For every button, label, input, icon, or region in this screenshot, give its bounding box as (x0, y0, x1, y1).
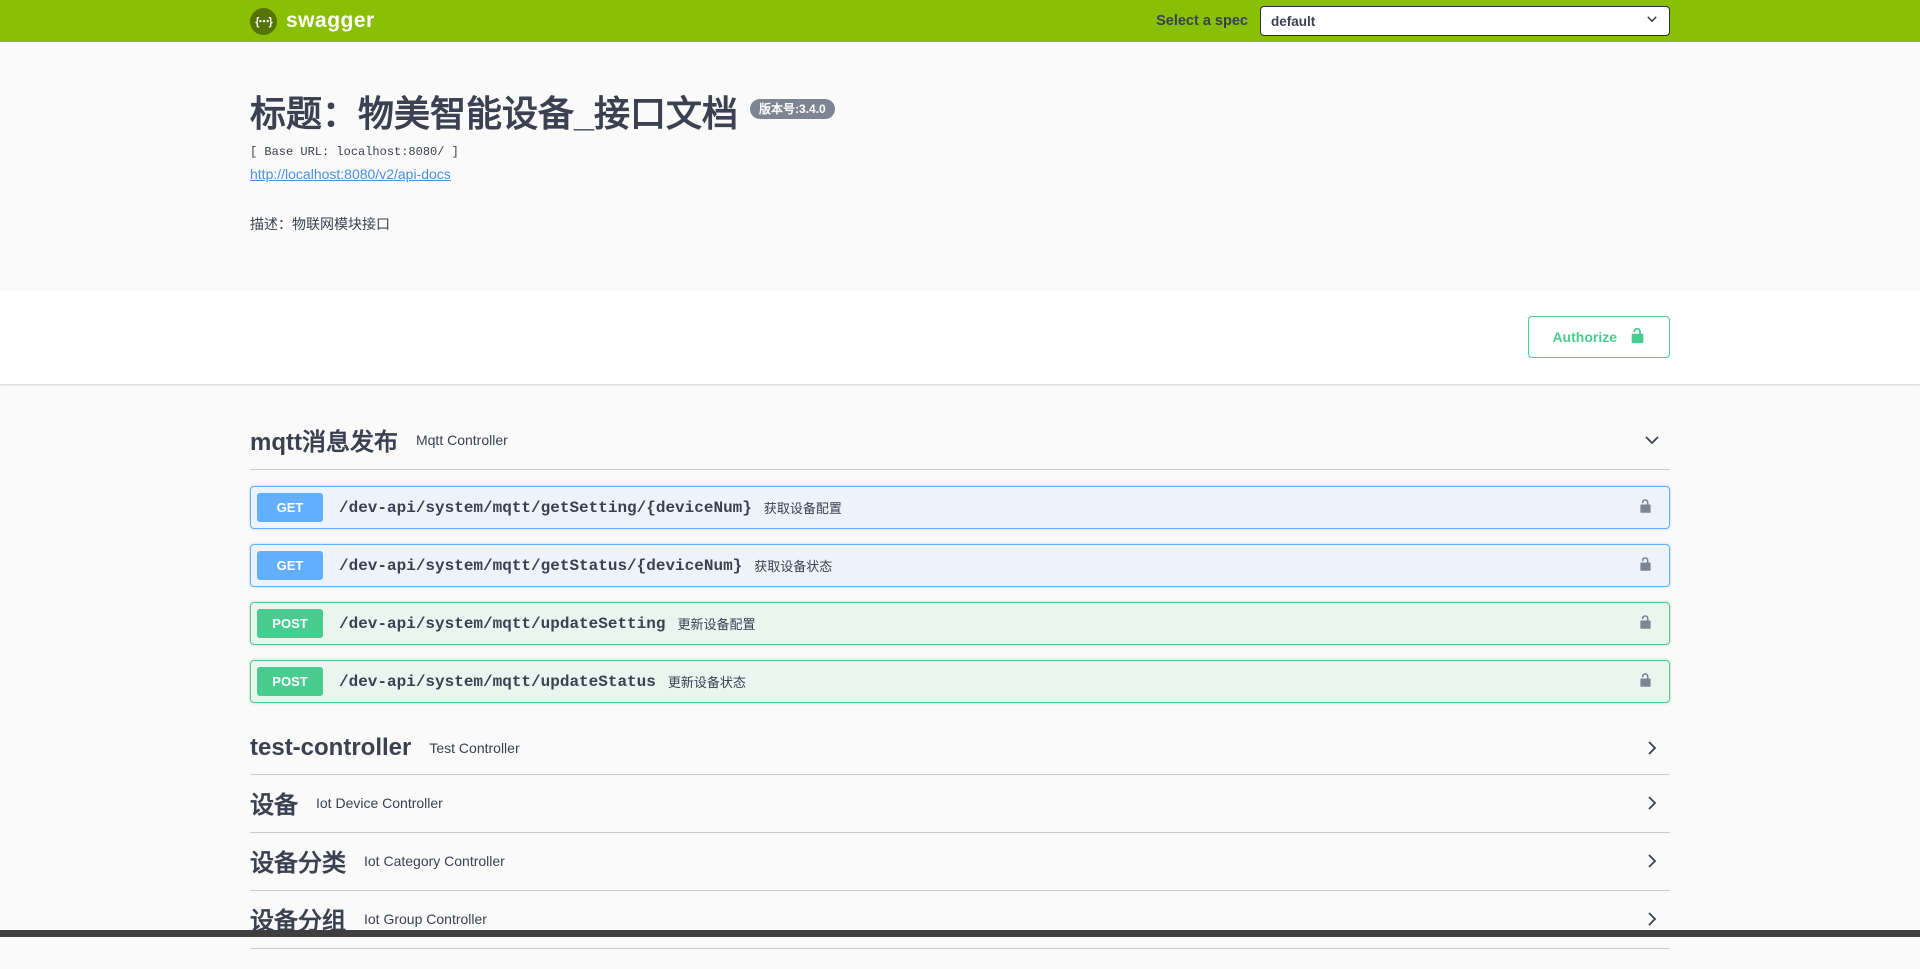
section-header-test-controller[interactable]: test-controller Test Controller (250, 724, 1670, 775)
method-badge: GET (257, 493, 323, 522)
chevron-right-icon[interactable] (1642, 793, 1662, 813)
select-spec-label: Select a spec (1156, 13, 1248, 29)
section-header-iot-device[interactable]: 设备 Iot Device Controller (250, 775, 1670, 833)
operations-list: mqtt消息发布 Mqtt Controller GET /dev-api/sy… (230, 384, 1690, 969)
endpoint-summary: 更新设备配置 (677, 614, 755, 633)
base-url: [ Base URL: localhost:8080/ ] (250, 145, 1670, 159)
unlock-icon (1638, 498, 1653, 517)
api-description: 描述：物联网模块接口 (250, 214, 1670, 234)
section-subtitle: Iot Device Controller (316, 795, 443, 811)
page-title: 标题：物美智能设备_接口文档版本号:3.4.0 (250, 92, 1670, 135)
authorize-label: Authorize (1552, 329, 1617, 345)
unlock-icon (1629, 327, 1646, 347)
unlock-icon (1638, 556, 1653, 575)
lock-button[interactable] (1628, 496, 1663, 519)
endpoint-path: /dev-api/system/mqtt/updateSetting (339, 615, 665, 633)
section-header-iot-category[interactable]: 设备分类 Iot Category Controller (250, 833, 1670, 891)
topbar: {⋯} swagger Select a spec default (0, 0, 1920, 42)
section-title: 设备分类 (250, 843, 346, 878)
api-docs-link[interactable]: http://localhost:8080/v2/api-docs (250, 166, 451, 182)
section-subtitle: Test Controller (429, 740, 519, 756)
unlock-icon (1638, 672, 1653, 691)
section-title: 设备 (250, 785, 298, 820)
endpoint-path: /dev-api/system/mqtt/updateStatus (339, 673, 656, 691)
chevron-right-icon[interactable] (1642, 909, 1662, 929)
chevron-down-icon[interactable] (1642, 430, 1662, 450)
scheme-container: Authorize (0, 290, 1920, 384)
endpoint-path: /dev-api/system/mqtt/getStatus/{deviceNu… (339, 557, 742, 575)
endpoint-summary: 获取设备配置 (764, 498, 842, 517)
endpoint-row-getStatus[interactable]: GET /dev-api/system/mqtt/getStatus/{devi… (250, 544, 1670, 587)
endpoint-row-updateStatus[interactable]: POST /dev-api/system/mqtt/updateStatus 更… (250, 660, 1670, 703)
section-subtitle: Iot Group Controller (364, 911, 487, 927)
swagger-logo: {⋯} swagger (250, 8, 375, 35)
method-badge: POST (257, 609, 323, 638)
method-badge: POST (257, 667, 323, 696)
spec-select[interactable]: default (1260, 6, 1670, 36)
chevron-down-icon (1645, 12, 1659, 31)
swagger-braces-icon: {⋯} (250, 8, 277, 35)
method-badge: GET (257, 551, 323, 580)
api-info-section: 标题：物美智能设备_接口文档版本号:3.4.0 [ Base URL: loca… (0, 42, 1920, 290)
version-badge: 版本号:3.4.0 (750, 99, 835, 119)
endpoint-path: /dev-api/system/mqtt/getSetting/{deviceN… (339, 499, 752, 517)
section-subtitle: Iot Category Controller (364, 853, 505, 869)
lock-button[interactable] (1628, 554, 1663, 577)
endpoint-row-getSetting[interactable]: GET /dev-api/system/mqtt/getSetting/{dev… (250, 486, 1670, 529)
bottom-edge-strip (0, 930, 1920, 937)
section-subtitle: Mqtt Controller (416, 432, 508, 448)
lock-button[interactable] (1628, 612, 1663, 635)
section-title: test-controller (250, 734, 411, 762)
lock-button[interactable] (1628, 670, 1663, 693)
chevron-right-icon[interactable] (1642, 738, 1662, 758)
spec-select-value: default (1271, 14, 1315, 29)
chevron-right-icon[interactable] (1642, 851, 1662, 871)
api-title-text: 标题：物美智能设备_接口文档 (250, 93, 738, 134)
endpoint-row-updateSetting[interactable]: POST /dev-api/system/mqtt/updateSetting … (250, 602, 1670, 645)
section-header-mqtt[interactable]: mqtt消息发布 Mqtt Controller (250, 412, 1670, 470)
endpoint-summary: 更新设备状态 (668, 672, 746, 691)
authorize-button[interactable]: Authorize (1528, 316, 1670, 358)
unlock-icon (1638, 614, 1653, 633)
brand-name: swagger (286, 9, 375, 33)
section-title: mqtt消息发布 (250, 422, 398, 457)
section-header-iot-group[interactable]: 设备分组 Iot Group Controller (250, 891, 1670, 949)
endpoint-summary: 获取设备状态 (754, 556, 832, 575)
